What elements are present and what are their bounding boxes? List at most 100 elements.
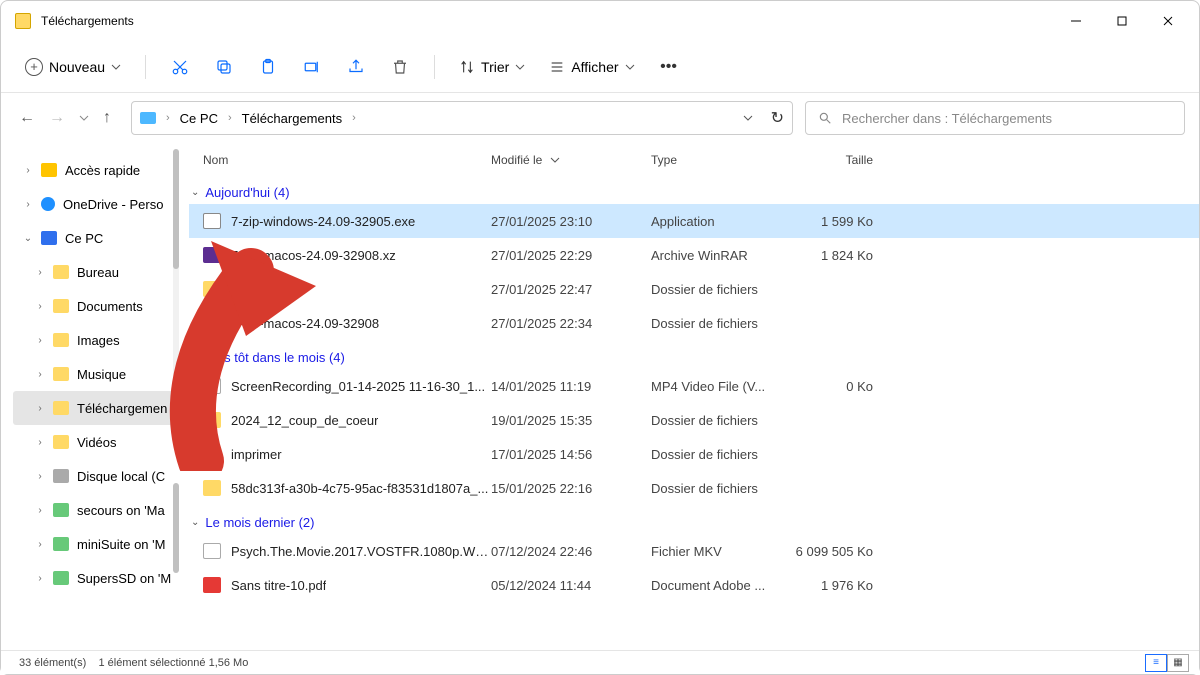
search-input[interactable]: Rechercher dans : Téléchargements <box>805 101 1185 135</box>
share-button[interactable] <box>336 49 376 85</box>
rename-button[interactable] <box>292 49 332 85</box>
file-modified: 17/01/2025 14:56 <box>491 447 651 462</box>
file-row[interactable]: 27/01/2025 22:47Dossier de fichiers <box>189 272 1199 306</box>
breadcrumb-expand-icon[interactable] <box>743 113 753 123</box>
sort-button[interactable]: Trier <box>449 53 535 81</box>
sidebar-item[interactable]: › Bureau <box>13 255 181 289</box>
expand-caret-icon[interactable]: › <box>35 505 45 516</box>
file-icon <box>203 480 221 496</box>
sidebar-item[interactable]: ›Musique <box>13 357 181 391</box>
file-type: Dossier de fichiers <box>651 316 791 331</box>
file-type: Dossier de fichiers <box>651 447 791 462</box>
disk-icon <box>53 469 69 483</box>
sidebar-item[interactable]: ›Images <box>13 323 181 357</box>
minimize-button[interactable] <box>1053 5 1099 37</box>
file-icon <box>203 446 221 462</box>
sidebar-item[interactable]: › Disque local (C <box>13 459 181 493</box>
expand-caret-icon[interactable]: › <box>23 199 33 210</box>
view-label: Afficher <box>571 59 618 75</box>
status-count: 33 élément(s) <box>19 657 86 669</box>
chevron-down-icon <box>111 62 121 72</box>
maximize-button[interactable] <box>1099 5 1145 37</box>
sidebar-item[interactable]: ⌄Ce PC <box>13 221 181 255</box>
file-name: 58dc313f-a30b-4c75-95ac-f83531d1807a_... <box>231 481 488 496</box>
expand-caret-icon[interactable]: › <box>35 471 45 482</box>
sidebar-item[interactable]: ›Documents <box>13 289 181 323</box>
view-details-button[interactable]: ≡ <box>1145 654 1167 672</box>
file-row[interactable]: Sans titre-10.pdf05/12/2024 11:44Documen… <box>189 568 1199 602</box>
file-icon <box>203 281 221 297</box>
file-row[interactable]: 7-zip-macos-24.09-3290827/01/2025 22:34D… <box>189 306 1199 340</box>
expand-caret-icon[interactable]: › <box>35 539 45 550</box>
sidebar-item-label: Vidéos <box>77 435 117 450</box>
new-button[interactable]: + Nouveau <box>15 52 131 82</box>
file-type: MP4 Video File (V... <box>651 379 791 394</box>
file-modified: 27/01/2025 22:29 <box>491 248 651 263</box>
list-icon <box>549 59 565 75</box>
sidebar-scroll-thumb[interactable] <box>173 483 179 573</box>
sidebar-item[interactable]: ›Accès rapide <box>13 153 181 187</box>
expand-caret-icon[interactable]: › <box>35 267 45 278</box>
delete-button[interactable] <box>380 49 420 85</box>
breadcrumb-bar[interactable]: › Ce PC › Téléchargements › ↻ <box>131 101 793 135</box>
more-button[interactable]: ••• <box>649 49 689 85</box>
nav-forward[interactable]: → <box>49 109 65 127</box>
cut-button[interactable] <box>160 49 200 85</box>
sidebar-item[interactable]: ›miniSuite on 'M <box>13 527 181 561</box>
sidebar-item[interactable]: ›OneDrive - Perso <box>13 187 181 221</box>
nav-up[interactable]: ↑ <box>103 109 111 127</box>
refresh-button[interactable]: ↻ <box>771 108 784 128</box>
breadcrumb-sep: › <box>228 112 232 124</box>
file-row[interactable]: 58dc313f-a30b-4c75-95ac-f83531d1807a_...… <box>189 471 1199 505</box>
nav-back[interactable]: ← <box>19 109 35 127</box>
nav-history-chevron[interactable] <box>79 113 89 123</box>
group-header[interactable]: ⌄Aujourd'hui (4) <box>189 181 1199 204</box>
col-type[interactable]: Type <box>651 153 791 167</box>
sidebar-item-label: Bureau <box>77 265 119 280</box>
expand-caret-icon[interactable]: ⌄ <box>23 233 33 244</box>
expand-caret-icon[interactable]: › <box>35 437 45 448</box>
group-header[interactable]: ⌄Plus tôt dans le mois (4) <box>189 346 1199 369</box>
file-icon <box>203 577 221 593</box>
new-label: Nouveau <box>49 59 105 75</box>
group-label: Le mois dernier (2) <box>205 515 314 530</box>
paste-button[interactable] <box>248 49 288 85</box>
file-type: Dossier de fichiers <box>651 413 791 428</box>
sidebar-item[interactable]: ›SupersSD on 'M <box>13 561 181 595</box>
col-name[interactable]: Nom <box>203 153 491 167</box>
expand-caret-icon[interactable]: › <box>23 165 33 176</box>
file-name: 7-zip-macos-24.09-32908.xz <box>231 248 396 263</box>
file-row[interactable]: Psych.The.Movie.2017.VOSTFR.1080p.WE...0… <box>189 534 1199 568</box>
expand-caret-icon[interactable]: › <box>35 301 45 312</box>
statusbar: 33 élément(s) 1 élément sélectionné 1,56… <box>1 650 1199 674</box>
sidebar-item[interactable]: ›Téléchargemen <box>13 391 181 425</box>
expand-caret-icon[interactable]: › <box>35 369 45 380</box>
sidebar-item-label: Disque local (C <box>77 469 165 484</box>
col-modified[interactable]: Modifié le <box>491 153 651 167</box>
file-row[interactable]: ScreenRecording_01-14-2025 11-16-30_1...… <box>189 369 1199 403</box>
view-thumbs-button[interactable]: ▦ <box>1167 654 1189 672</box>
sidebar-item-label: secours on 'Ma <box>77 503 165 518</box>
file-row[interactable]: 2024_12_coup_de_coeur19/01/2025 15:35Dos… <box>189 403 1199 437</box>
file-size: 1 976 Ko <box>791 578 891 593</box>
col-size[interactable]: Taille <box>791 153 891 167</box>
close-button[interactable] <box>1145 5 1191 37</box>
file-row[interactable]: imprimer17/01/2025 14:56Dossier de fichi… <box>189 437 1199 471</box>
view-button[interactable]: Afficher <box>539 53 644 81</box>
expand-caret-icon[interactable]: › <box>35 335 45 346</box>
group-header[interactable]: ⌄Le mois dernier (2) <box>189 511 1199 534</box>
file-row[interactable]: 7-zip-windows-24.09-32905.exe27/01/2025 … <box>189 204 1199 238</box>
breadcrumb-root[interactable]: Ce PC <box>180 111 218 126</box>
file-size: 1 599 Ko <box>791 214 891 229</box>
sidebar-item[interactable]: › Vidéos <box>13 425 181 459</box>
file-row[interactable]: 7-zip-macos-24.09-32908.xz 27/01/2025 22:… <box>189 238 1199 272</box>
breadcrumb-current[interactable]: Téléchargements <box>242 111 342 126</box>
breadcrumb-sep: › <box>166 112 170 124</box>
copy-button[interactable] <box>204 49 244 85</box>
expand-caret-icon[interactable]: › <box>35 403 45 414</box>
file-modified: 27/01/2025 22:47 <box>491 282 651 297</box>
sidebar-item[interactable]: › secours on 'Ma <box>13 493 181 527</box>
expand-caret-icon[interactable]: › <box>35 573 45 584</box>
sidebar-scroll-thumb[interactable] <box>173 149 179 269</box>
sort-label: Trier <box>481 59 509 75</box>
